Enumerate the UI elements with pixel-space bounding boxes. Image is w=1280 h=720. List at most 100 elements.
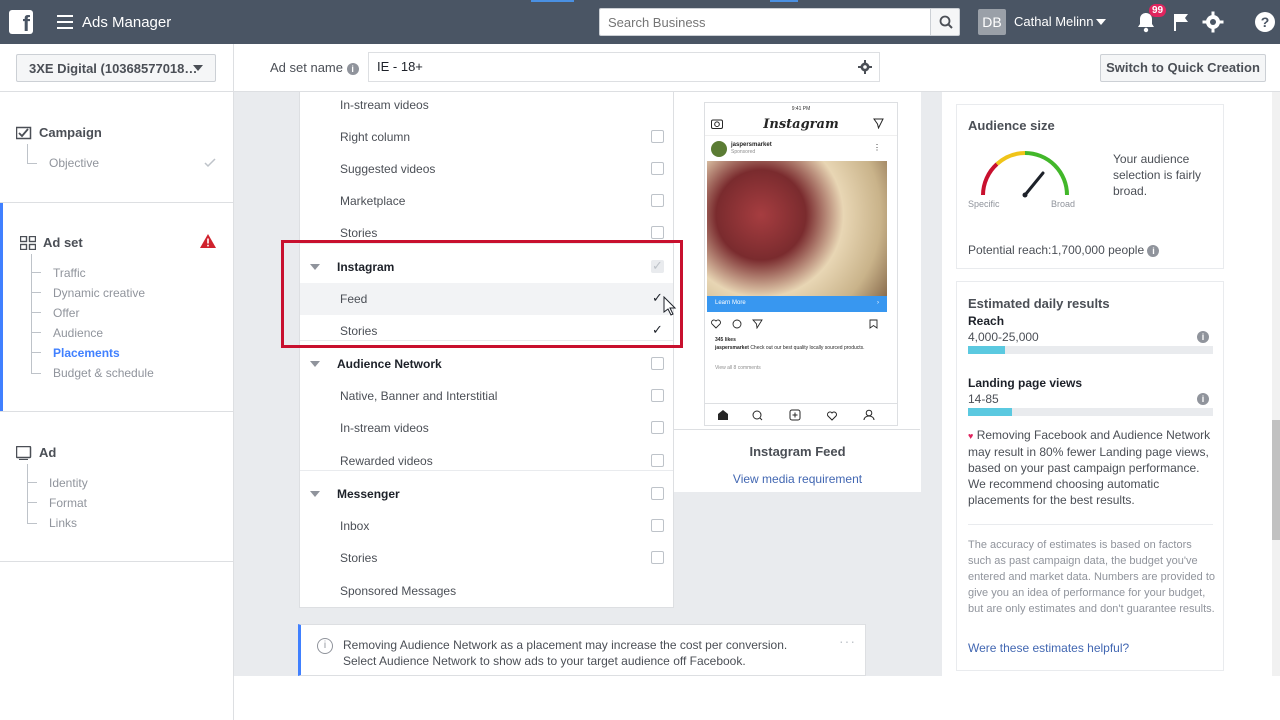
tree-line — [31, 292, 41, 293]
search-icon — [939, 15, 953, 29]
tree-line — [27, 482, 37, 483]
chevron-down-icon[interactable] — [193, 65, 203, 71]
chevron-down-icon[interactable] — [310, 361, 320, 367]
sidebar-item-traffic[interactable]: Traffic — [53, 266, 86, 280]
help-icon[interactable]: ? — [1255, 12, 1275, 32]
media-requirement-link[interactable]: View media requirement — [674, 472, 921, 486]
sidebar-item-ad[interactable]: Ad — [39, 445, 56, 460]
info-icon: i — [317, 638, 333, 654]
placement-row[interactable]: Stories — [300, 542, 673, 574]
info-icon[interactable]: i — [1197, 393, 1209, 405]
tree-line — [27, 502, 37, 503]
placement-checkbox[interactable] — [651, 130, 664, 143]
account-name: 3XE Digital (10368577018… — [29, 61, 198, 76]
scrollbar-thumb[interactable] — [1272, 420, 1280, 540]
divider — [968, 524, 1213, 525]
placement-label: Native, Banner and Interstitial — [340, 389, 498, 403]
sidebar-item-placements[interactable]: Placements — [53, 346, 120, 360]
placement-row[interactable]: Inbox — [300, 510, 673, 542]
info-icon[interactable]: i — [346, 62, 359, 75]
placement-checkbox[interactable] — [651, 226, 664, 239]
info-icon[interactable]: i — [1197, 331, 1209, 343]
sidebar-item-links[interactable]: Links — [49, 516, 77, 530]
sidebar-item-audience[interactable]: Audience — [53, 326, 103, 340]
placement-checkbox[interactable] — [651, 162, 664, 175]
placement-checkbox[interactable] — [651, 487, 664, 500]
chevron-right-icon: › — [877, 300, 879, 306]
placement-checkbox[interactable] — [651, 194, 664, 207]
placement-row[interactable]: Suggested videos — [300, 153, 673, 185]
sidebar-item-campaign[interactable]: Campaign — [39, 125, 102, 140]
placement-label: Messenger — [337, 487, 400, 501]
phone-time: 9:41 PM — [791, 106, 811, 112]
chevron-down-icon[interactable] — [310, 491, 320, 497]
divider — [0, 202, 233, 203]
placement-checkbox[interactable] — [651, 357, 664, 370]
gauge-label-specific: Specific — [968, 199, 1000, 209]
flag-icon[interactable] — [1172, 12, 1190, 32]
placement-row[interactable]: Messenger — [300, 478, 673, 510]
landing-page-views-bar — [968, 408, 1213, 416]
user-name[interactable]: Cathal Melinn — [1014, 14, 1094, 29]
placement-row[interactable]: Sponsored Messages — [300, 575, 673, 607]
scrollbar[interactable] — [1272, 92, 1280, 676]
placement-checkbox[interactable] — [651, 421, 664, 434]
placement-label: Stories — [340, 226, 378, 240]
placements-list: In-stream videos Right column Suggested vi… — [299, 92, 674, 608]
sidebar-item-format[interactable]: Format — [49, 496, 87, 510]
placement-warning: ♥ Removing Facebook and Audience Network… — [968, 427, 1218, 508]
divider — [0, 561, 233, 562]
adset-name-field[interactable]: IE - 18+ — [368, 52, 880, 82]
caption-user: jaspersmarket — [715, 345, 749, 351]
sidebar-item-offer[interactable]: Offer — [53, 306, 79, 320]
placement-row[interactable]: Marketplace — [300, 185, 673, 217]
sidebar-item-adset[interactable]: Ad set — [43, 235, 83, 250]
account-selector[interactable]: 3XE Digital (10368577018… — [16, 54, 216, 82]
search-input[interactable] — [599, 8, 931, 36]
placement-row[interactable]: In-stream videos — [300, 92, 673, 121]
divider — [300, 470, 673, 471]
placement-checkbox[interactable] — [651, 454, 664, 467]
notice-text: Removing Audience Network as a placement… — [343, 638, 788, 668]
avatar[interactable]: DB — [978, 9, 1006, 35]
potential-reach-text: Potential reach:1,700,000 people — [968, 243, 1145, 257]
placement-label: Sponsored Messages — [340, 584, 457, 598]
post-likes: 345 likes — [715, 337, 736, 343]
quick-creation-button[interactable]: Switch to Quick Creation — [1100, 54, 1266, 82]
placement-label: Stories — [340, 551, 378, 565]
search-button[interactable] — [930, 8, 960, 36]
app-title[interactable]: Ads Manager — [82, 14, 171, 31]
reach-label: Reach — [968, 314, 1005, 328]
tree-line — [31, 373, 41, 374]
avatar — [711, 141, 727, 157]
sidebar-item-objective[interactable]: Objective — [49, 156, 99, 170]
warning-dot-icon: ♥ — [968, 431, 974, 441]
gear-icon[interactable] — [858, 60, 872, 74]
more-options-icon[interactable]: ··· — [839, 633, 856, 649]
sidebar-item-dynamic-creative[interactable]: Dynamic creative — [53, 286, 145, 300]
placement-checkbox[interactable] — [651, 519, 664, 532]
audience-description: Your audience selection is fairly broad. — [1113, 152, 1202, 198]
placement-label: Rewarded videos — [340, 454, 433, 468]
placement-row[interactable]: Native, Banner and Interstitial — [300, 380, 673, 412]
gear-icon[interactable] — [1202, 11, 1224, 33]
direct-icon — [873, 118, 884, 129]
placement-checkbox[interactable] — [651, 551, 664, 564]
placement-row[interactable]: Audience Network — [300, 348, 673, 380]
info-icon[interactable]: i — [1147, 244, 1160, 257]
placement-row[interactable]: Right column — [300, 121, 673, 153]
chevron-down-icon[interactable] — [1096, 19, 1106, 25]
sidebar-item-budget-schedule[interactable]: Budget & schedule — [53, 366, 154, 380]
divider — [0, 411, 233, 412]
post-action-icons — [711, 319, 763, 329]
placement-row[interactable]: In-stream videos — [300, 412, 673, 444]
placement-row[interactable]: Rewarded videos — [300, 445, 673, 477]
menu-icon[interactable] — [57, 15, 73, 29]
estimates-feedback-link[interactable]: Were these estimates helpful? — [968, 641, 1129, 655]
divider — [705, 135, 897, 136]
facebook-logo-icon[interactable]: f — [9, 10, 33, 34]
sidebar-item-identity[interactable]: Identity — [49, 476, 88, 490]
post-sponsored: Sponsored — [731, 149, 756, 155]
placement-checkbox[interactable] — [651, 389, 664, 402]
tree-line — [27, 144, 28, 164]
